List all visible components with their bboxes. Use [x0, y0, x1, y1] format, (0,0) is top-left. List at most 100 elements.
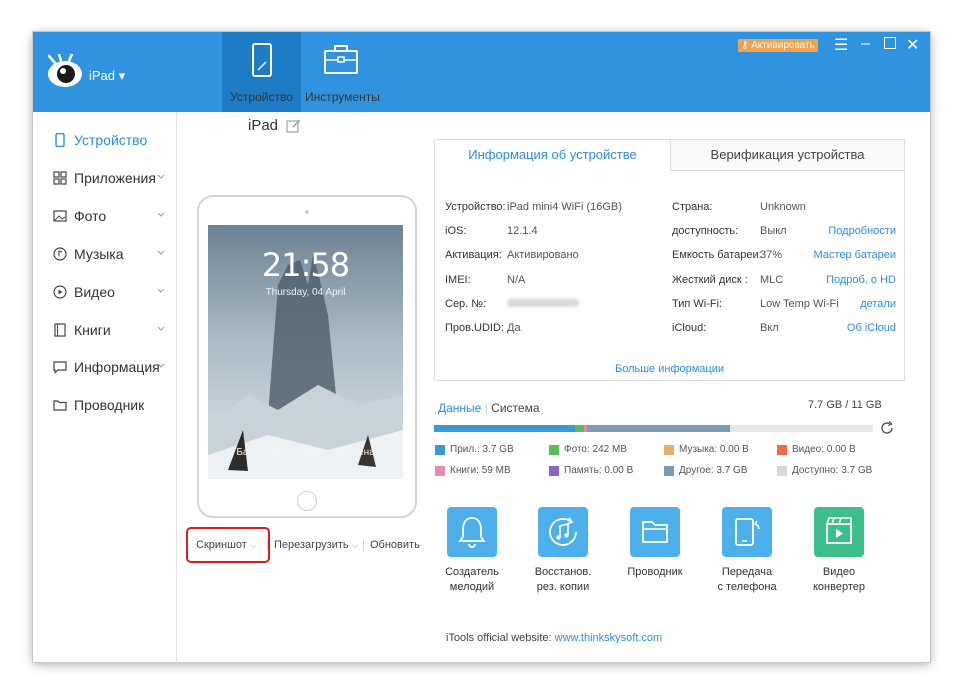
storage-segment-photo	[575, 425, 584, 432]
battery-master-link[interactable]: Мастер батареи	[814, 249, 896, 261]
info-label: Жесткий диск :	[672, 274, 748, 286]
info-label: Устройство:	[445, 201, 506, 213]
legend-swatch	[435, 466, 445, 476]
sidebar: Устройство Приложения Фото Музыка Видео …	[33, 112, 177, 662]
chevron-down-icon	[157, 212, 165, 217]
tool-backup-restore[interactable]: Восстанов. рез. копии	[528, 507, 598, 595]
info-row: Сер. №: Тип Wi-Fi: Low Temp Wi-Fi детали	[435, 292, 904, 316]
info-value: Low Temp Wi-Fi	[760, 298, 839, 310]
footer: iTools official website: www.thinkskysof…	[446, 632, 662, 644]
legend-swatch	[435, 445, 445, 455]
music-restore-icon	[538, 507, 588, 557]
legend-swatch	[549, 466, 559, 476]
serial-number-blurred	[507, 298, 579, 310]
wifi-details-link[interactable]: детали	[860, 298, 896, 310]
legend-swatch	[664, 466, 674, 476]
toolbox-icon	[324, 45, 358, 74]
icloud-link[interactable]: Об iCloud	[847, 322, 896, 334]
tab-data[interactable]: Данные	[438, 401, 481, 415]
refresh-button[interactable]: Обновить	[370, 539, 420, 551]
legend-label: Музыка: 0.00 B	[679, 444, 749, 455]
photo-icon	[53, 210, 67, 222]
info-value: MLC	[760, 274, 784, 286]
sidebar-item-label: Устройство	[74, 132, 148, 148]
chevron-down-icon: ⌵	[249, 540, 257, 550]
minimize-icon[interactable]: –	[861, 35, 870, 53]
divider: |	[266, 539, 269, 551]
legend-label: Доступно: 3.7 GB	[792, 465, 873, 476]
battery-message: Батарея полностью заряжена	[236, 447, 375, 458]
info-label: доступность:	[672, 225, 739, 237]
website-link[interactable]: www.thinkskysoft.com	[555, 632, 663, 644]
device-selector[interactable]: iPad ▾	[89, 68, 125, 84]
details-link[interactable]: Подробности	[828, 225, 896, 237]
key-icon: ⚷	[741, 40, 749, 51]
folder-icon	[630, 507, 680, 557]
info-row: Пров.UDID: Да iCloud: Вкл Об iCloud	[435, 316, 904, 340]
sidebar-item-label: Книги	[74, 322, 111, 338]
more-info-link[interactable]: Больше информации	[435, 363, 904, 375]
apps-grid-icon	[53, 171, 67, 185]
refresh-icon[interactable]	[880, 421, 894, 435]
menu-icon[interactable]: ☰	[834, 35, 848, 55]
info-label: iCloud:	[672, 322, 707, 334]
device-title-text: iPad	[248, 117, 279, 134]
info-label: Сер. №:	[445, 298, 487, 310]
tab-system[interactable]: Система	[491, 401, 539, 415]
info-value: 37%	[760, 249, 783, 261]
legend-swatch	[777, 445, 787, 455]
screenshot-label: Скриншот	[196, 539, 247, 551]
info-value: Вкл	[760, 322, 779, 334]
maximize-icon[interactable]	[884, 37, 896, 49]
tool-ringtone-maker[interactable]: Создатель мелодий	[437, 507, 507, 595]
info-label: Активация:	[445, 249, 502, 261]
lock-screen: 21:58 Thursday, 04 April Батарея полност…	[208, 225, 403, 479]
info-row: Устройство: iPad mini4 WiFi (16GB) Стран…	[435, 195, 904, 219]
sidebar-item-label: Видео	[74, 284, 115, 300]
sidebar-item-label: Фото	[74, 208, 107, 224]
tab-device-verification[interactable]: Верификация устройства	[670, 139, 905, 171]
info-value: Да	[507, 322, 521, 334]
sidebar-item-label: Приложения	[74, 170, 156, 186]
chevron-down-icon	[157, 250, 165, 255]
reboot-button[interactable]: Перезагрузить ⌵	[274, 539, 359, 551]
divider: |	[484, 401, 488, 415]
activate-button[interactable]: ⚷ Активировать	[738, 39, 818, 52]
close-icon[interactable]: ✕	[906, 35, 919, 55]
storage-segment-other	[587, 425, 730, 432]
tool-video-converter[interactable]: Видео конвертер	[804, 507, 874, 595]
storage-segment-apps	[434, 425, 575, 432]
itools-logo-icon	[47, 54, 82, 87]
chevron-down-icon	[157, 174, 165, 179]
video-play-icon	[53, 285, 67, 299]
bell-icon	[447, 507, 497, 557]
tab-tools[interactable]: Инструменты	[305, 32, 380, 112]
tab-device[interactable]: Устройство	[222, 32, 301, 112]
tab-tools-label: Инструменты	[305, 90, 380, 104]
tool-label: Видео	[822, 566, 856, 578]
legend-swatch	[664, 445, 674, 455]
chevron-down-icon	[157, 326, 165, 331]
tool-label: с телефона	[717, 581, 777, 593]
tab-device-info[interactable]: Информация об устройстве	[434, 139, 671, 171]
edit-icon[interactable]	[286, 118, 302, 134]
tool-label: Проводник	[627, 566, 683, 578]
hd-details-link[interactable]: Подроб. о HD	[826, 274, 896, 286]
tablet-icon	[251, 43, 272, 77]
ipad-frame: 21:58 Thursday, 04 April Батарея полност…	[197, 195, 417, 518]
title-bar: iPad ▾ Устройство Инструменты ⚷ Активиро…	[33, 32, 930, 112]
tool-file-explorer[interactable]: Проводник	[620, 507, 690, 580]
info-label: IMEI:	[445, 274, 471, 286]
tool-phone-transfer[interactable]: Передача с телефона	[712, 507, 782, 595]
legend-label: Другое: 3.7 GB	[679, 465, 748, 476]
tool-label: мелодий	[449, 581, 495, 593]
info-label: Пров.UDID:	[445, 322, 504, 334]
lock-clock: 21:58	[261, 246, 350, 284]
home-button	[297, 491, 317, 511]
chevron-down-icon: ⌵	[351, 540, 359, 550]
divider: |	[362, 539, 365, 551]
screenshot-button[interactable]: Скриншот ⌵	[196, 539, 257, 551]
phone-transfer-icon	[722, 507, 772, 557]
chevron-down-icon	[157, 288, 165, 293]
info-row: Активация: Активировано Емкость батареи:…	[435, 243, 904, 267]
